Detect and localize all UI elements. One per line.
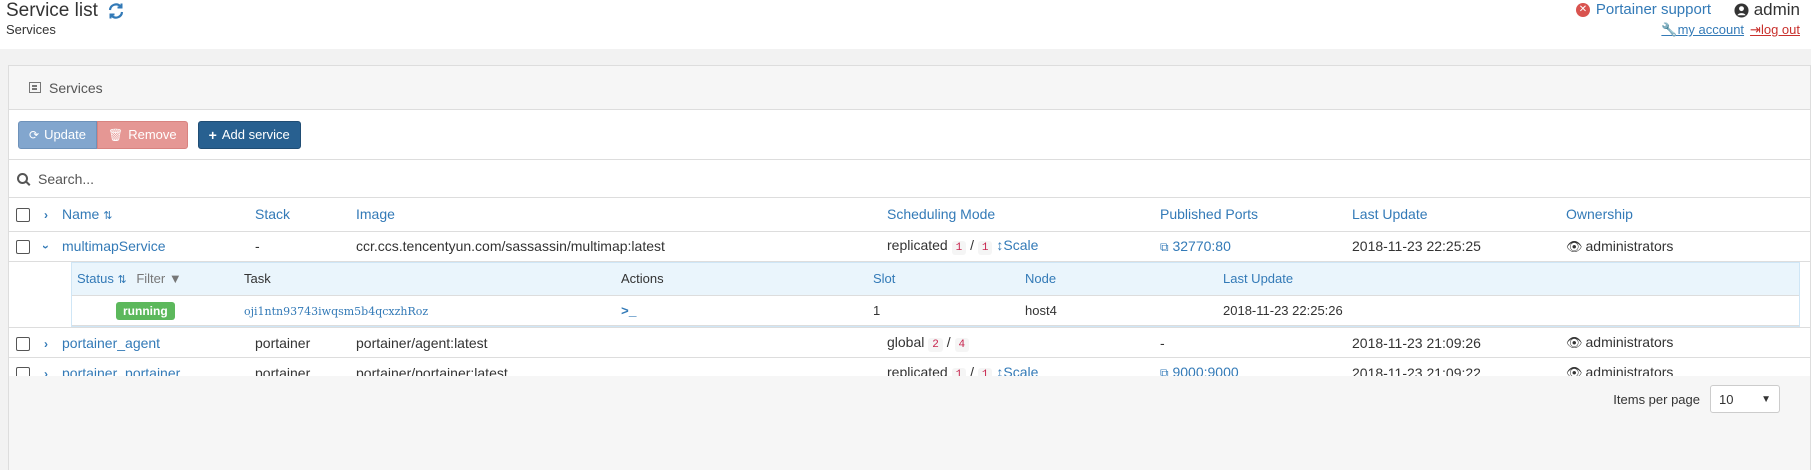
refresh-icon: ⟳: [29, 127, 40, 142]
node-cell: host4: [1025, 295, 1223, 326]
pagination: Items per page 10 ▼: [1613, 385, 1780, 413]
services-table: › Name ⇅ Stack Image Scheduling Mode Pub…: [9, 198, 1810, 388]
published-port-link[interactable]: ⧉ 32770:80: [1160, 238, 1231, 254]
task-row: running oji1ntn93743iwqsm5b4qcxzhRoz >_ …: [72, 295, 1799, 326]
services-widget: Services ⟳ Update 🗑 Remove + Add service…: [8, 65, 1811, 470]
update-label: Update: [44, 127, 86, 142]
tasks-header-row: Status ⇅ Filter ▼ Task Actions Slot Node…: [72, 262, 1799, 296]
user-name: admin: [1753, 0, 1800, 19]
ownership-cell: 👁 administrators: [1566, 231, 1810, 262]
items-per-page-label: Items per page: [1613, 391, 1700, 407]
column-header-slot[interactable]: Slot: [873, 262, 1025, 296]
task-subrow: Status ⇅ Filter ▼ Task Actions Slot Node…: [9, 261, 1810, 328]
column-header-stack[interactable]: Stack: [255, 198, 356, 232]
image-cell: portainer/agent:latest: [356, 327, 887, 358]
widget-header: Services: [9, 66, 1810, 110]
sort-icon: ⇅: [103, 210, 113, 223]
list-icon: [29, 82, 41, 93]
search-bar: [9, 160, 1810, 198]
filter-icon: ▼: [168, 271, 182, 287]
running-count-badge: 2: [928, 337, 943, 352]
eye-slash-icon: 👁: [1566, 335, 1583, 350]
column-header-name[interactable]: Name ⇅: [62, 198, 255, 232]
top-bar: Service list Services ✕ Portainer suppor…: [0, 0, 1811, 49]
column-header-scheduling-mode[interactable]: Scheduling Mode: [887, 198, 1160, 232]
action-bar: ⟳ Update 🗑 Remove + Add service: [9, 110, 1810, 160]
last-update-cell: 2018-11-23 21:09:26: [1352, 327, 1566, 358]
wrench-icon: 🔧: [1661, 22, 1678, 37]
stack-cell: portainer: [255, 327, 356, 358]
update-button[interactable]: ⟳ Update: [18, 120, 97, 149]
portainer-support-link[interactable]: ✕ Portainer support: [1575, 1, 1711, 18]
items-per-page-select[interactable]: 10 ▼: [1710, 385, 1780, 413]
search-icon: [17, 173, 28, 184]
logout-link[interactable]: ⇥log out: [1750, 22, 1800, 38]
eye-slash-icon: 👁: [1566, 238, 1583, 254]
scheduling-mode-cell: global 2 / 4: [887, 327, 1160, 358]
column-header-task-last-update[interactable]: Last Update: [1223, 262, 1799, 296]
user-links: 🔧my account ⇥log out: [1661, 22, 1800, 38]
user-menu: admin: [1734, 0, 1800, 20]
sign-out-icon: ⇥: [1750, 22, 1761, 37]
refresh-icon[interactable]: [106, 1, 126, 21]
table-footer: Items per page 10 ▼: [9, 376, 1810, 470]
slot-cell: 1: [873, 295, 1025, 326]
column-header-image[interactable]: Image: [356, 198, 887, 232]
column-header-published-ports[interactable]: Published Ports: [1160, 198, 1352, 232]
expand-chevron-icon[interactable]: ›: [44, 337, 48, 351]
column-header-ownership[interactable]: Ownership: [1566, 198, 1810, 232]
desired-count-badge: 1: [977, 241, 993, 255]
add-service-button[interactable]: + Add service: [197, 120, 301, 149]
table-row: › portainer_agent portainer portainer/ag…: [9, 327, 1810, 358]
sort-icon: ⇅: [117, 274, 127, 287]
column-header-status[interactable]: Status ⇅: [77, 271, 127, 286]
page-title: Service list: [6, 0, 126, 22]
status-badge: running: [116, 301, 175, 320]
desired-count-badge: 4: [954, 337, 970, 352]
row-checkbox[interactable]: [16, 336, 30, 351]
logout-label: log out: [1760, 22, 1800, 37]
tasks-table: Status ⇅ Filter ▼ Task Actions Slot Node…: [71, 261, 1800, 327]
image-cell: ccr.ccs.tencentyun.com/sassassin/multima…: [356, 231, 887, 262]
select-all-checkbox[interactable]: [16, 208, 30, 223]
column-header-last-update[interactable]: Last Update: [1352, 198, 1566, 232]
column-header-actions: Actions: [621, 262, 873, 296]
remove-label: Remove: [128, 127, 177, 142]
running-count-badge: 1: [951, 241, 967, 255]
column-header-node[interactable]: Node: [1025, 262, 1223, 296]
console-icon[interactable]: >_: [621, 304, 637, 319]
scale-link[interactable]: ↕Scale: [996, 237, 1038, 253]
service-name-link[interactable]: portainer_agent: [62, 335, 160, 351]
remove-button[interactable]: 🗑 Remove: [96, 120, 188, 149]
task-id-link[interactable]: oji1ntn93743iwqsm5b4qcxzhRoz: [244, 305, 428, 318]
breadcrumb: Services: [6, 22, 56, 37]
widget-title: Services: [49, 79, 103, 96]
table-header-row: › Name ⇅ Stack Image Scheduling Mode Pub…: [9, 198, 1810, 232]
table-row: › multimapService - ccr.ccs.tencentyun.c…: [9, 231, 1810, 262]
my-account-link[interactable]: 🔧my account: [1661, 22, 1744, 38]
caret-down-icon: ▼: [1761, 393, 1771, 405]
user-icon: [1734, 0, 1754, 20]
scheduling-mode-cell: replicated 1 / 1 ↕Scale: [887, 231, 1160, 262]
stack-cell: -: [255, 231, 356, 262]
expand-all-chevron-icon[interactable]: ›: [44, 208, 48, 222]
status-filter[interactable]: Filter ▼: [136, 271, 181, 286]
ownership-cell: 👁 administrators: [1566, 327, 1810, 358]
collapse-chevron-icon[interactable]: ›: [39, 245, 53, 249]
support-label: Portainer support: [1595, 1, 1711, 18]
page-title-text: Service list: [6, 0, 98, 21]
plus-icon: +: [208, 126, 217, 143]
task-last-update-cell: 2018-11-23 22:25:26: [1223, 295, 1799, 326]
trash-icon: 🗑: [107, 127, 124, 142]
published-ports-cell: -: [1160, 327, 1352, 358]
last-update-cell: 2018-11-23 22:25:25: [1352, 231, 1566, 262]
close-circle-icon: ✕: [1575, 2, 1590, 17]
column-header-task: Task: [244, 262, 621, 296]
external-link-icon: ⧉: [1160, 239, 1169, 254]
my-account-label: my account: [1677, 22, 1745, 37]
row-checkbox[interactable]: [16, 240, 30, 255]
search-input[interactable]: [38, 170, 638, 187]
add-service-label: Add service: [221, 127, 290, 142]
service-name-link[interactable]: multimapService: [62, 238, 165, 254]
